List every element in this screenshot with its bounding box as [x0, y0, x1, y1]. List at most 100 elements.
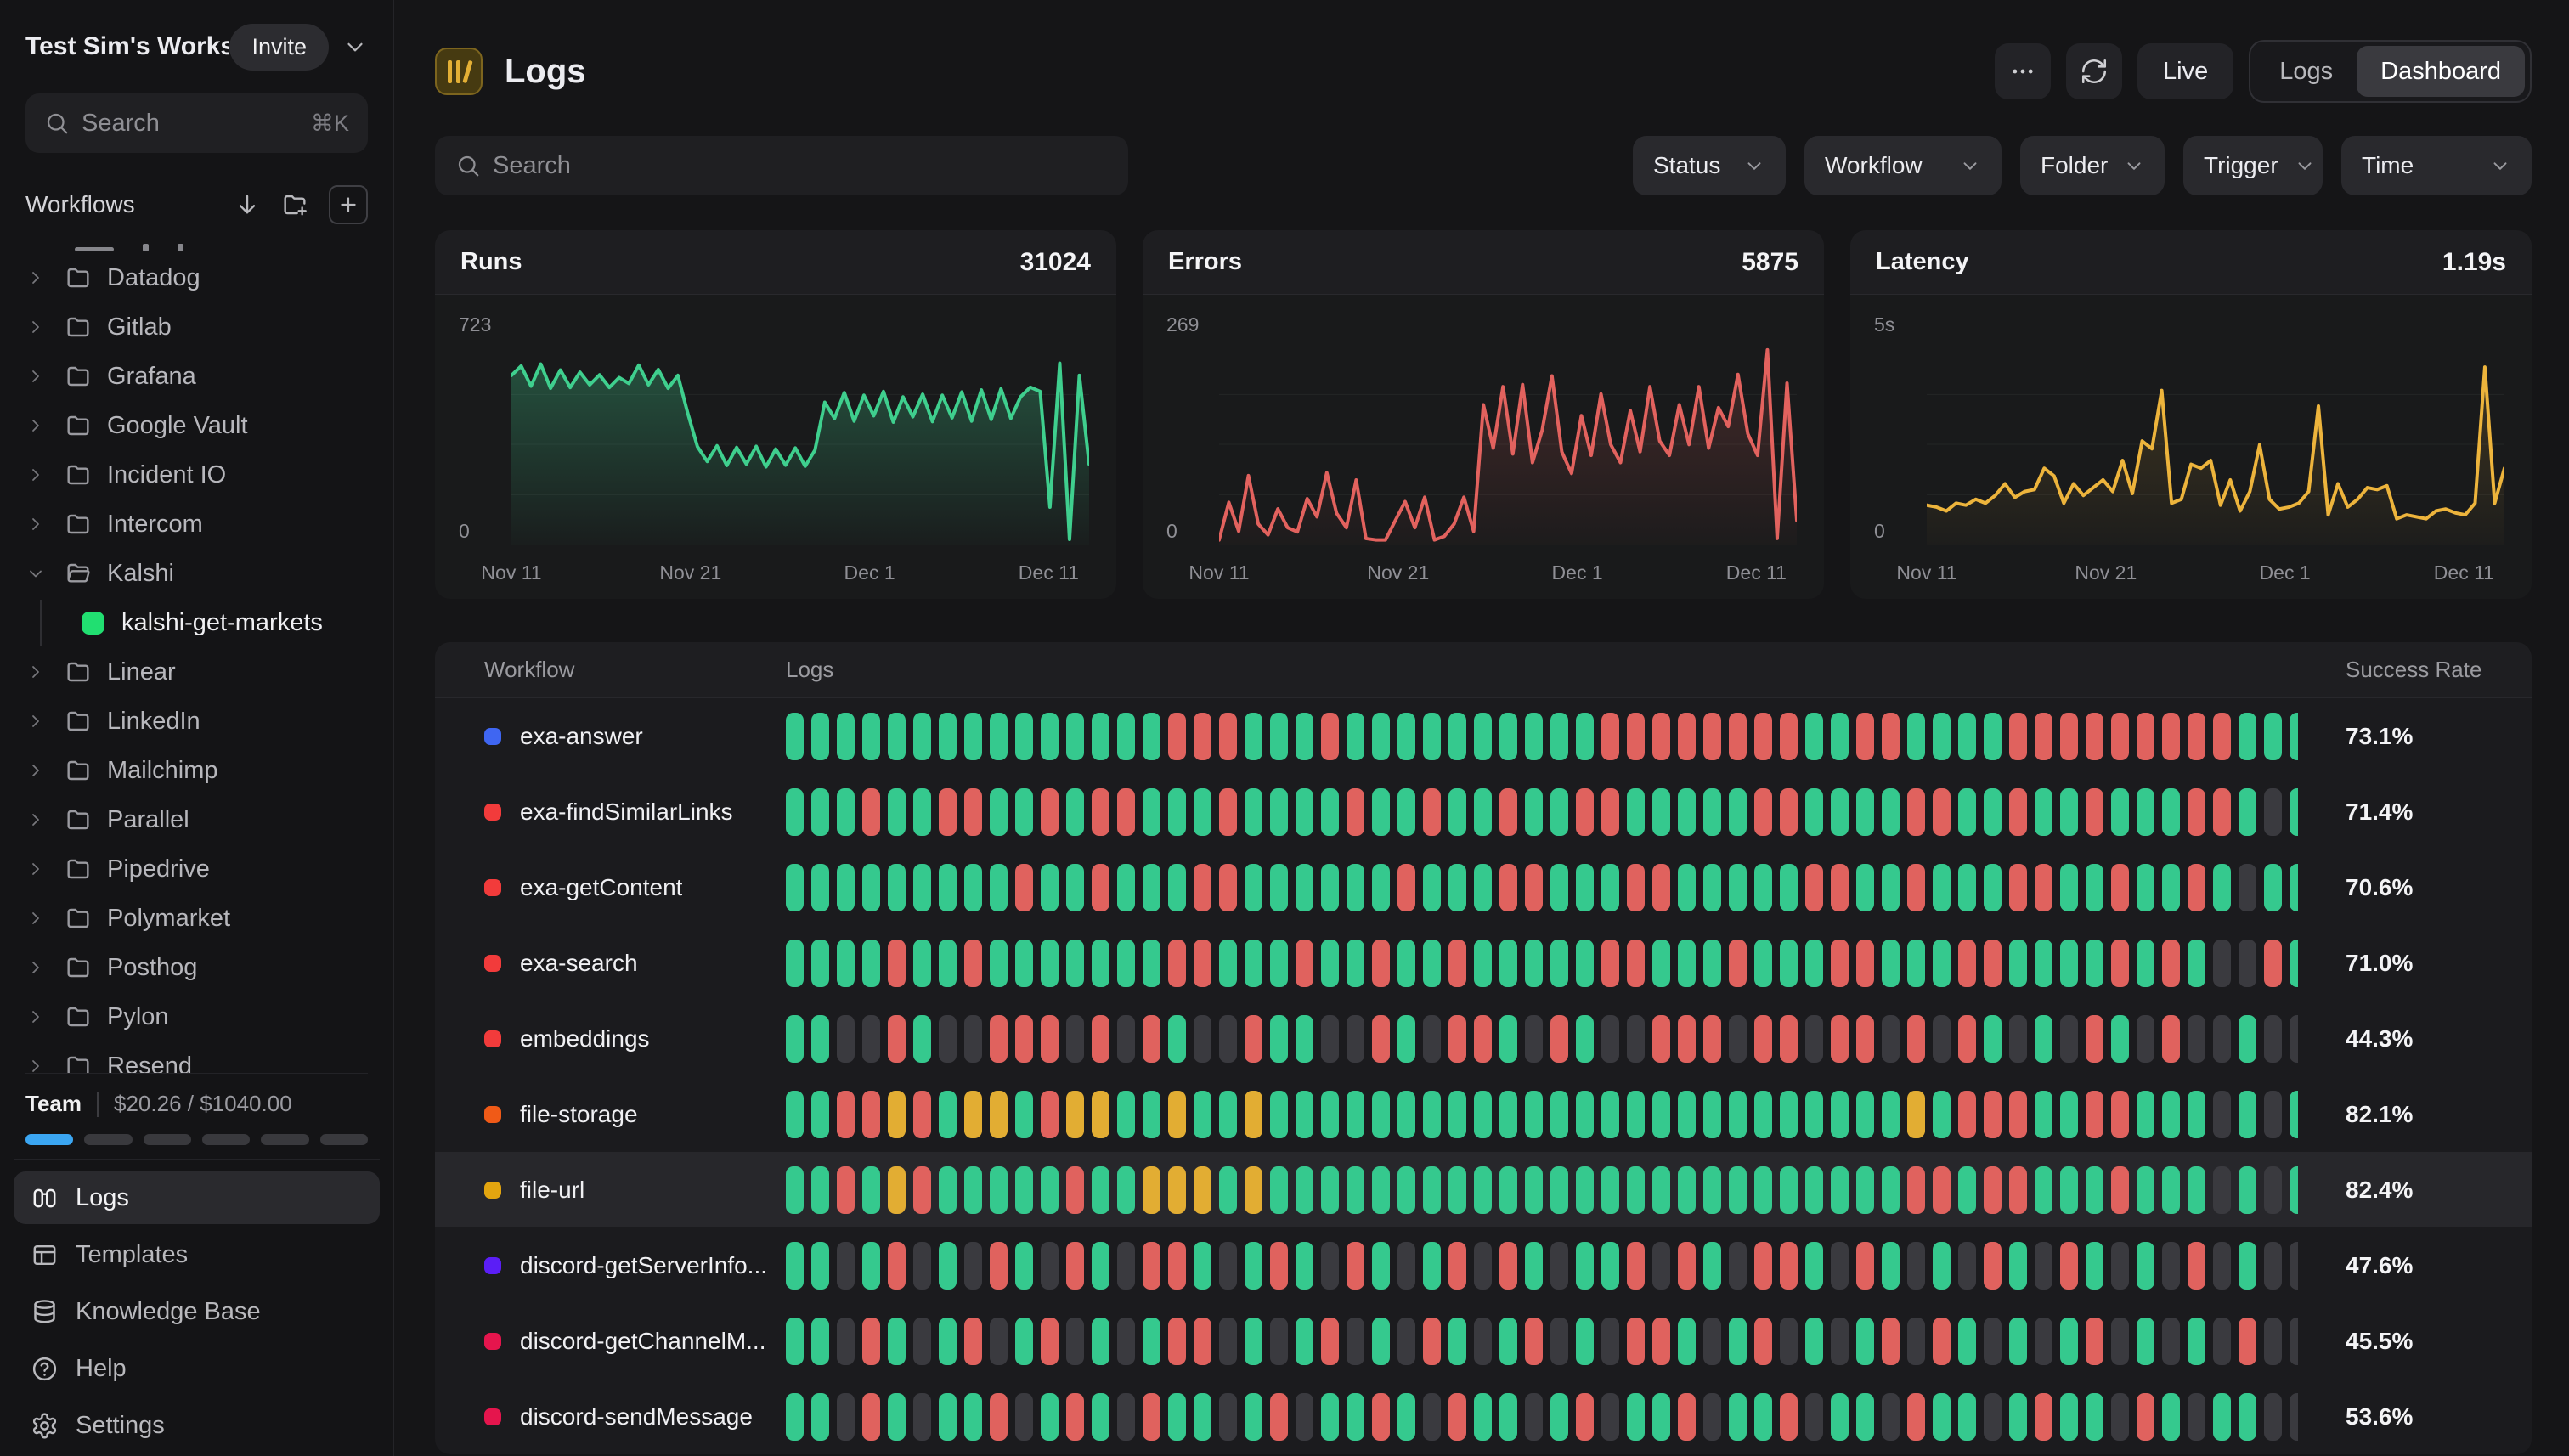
log-pill[interactable]	[1780, 1091, 1798, 1138]
log-pill[interactable]	[888, 940, 906, 987]
log-pill[interactable]	[2290, 1015, 2298, 1063]
log-pill[interactable]	[1321, 1318, 1339, 1365]
log-pill[interactable]	[913, 1091, 931, 1138]
sidebar-folder-posthog[interactable]: Posthog	[25, 943, 368, 992]
sidebar-item-templates[interactable]: Templates	[14, 1228, 380, 1281]
log-pill[interactable]	[837, 1091, 855, 1138]
log-pill[interactable]	[1627, 1393, 1645, 1441]
log-pill[interactable]	[1423, 713, 1441, 760]
log-pill[interactable]	[1168, 1393, 1186, 1441]
log-pill[interactable]	[1678, 1242, 1696, 1290]
log-pill[interactable]	[990, 1091, 1008, 1138]
log-pill[interactable]	[1601, 1166, 1619, 1214]
log-pill[interactable]	[913, 713, 931, 760]
log-pill[interactable]	[1041, 864, 1059, 911]
log-pill[interactable]	[1347, 940, 1364, 987]
log-pill[interactable]	[2213, 940, 2231, 987]
invite-button[interactable]: Invite	[229, 24, 329, 71]
log-pill[interactable]	[2162, 1166, 2180, 1214]
log-pill[interactable]	[1933, 1091, 1951, 1138]
log-pill[interactable]	[1092, 940, 1109, 987]
log-pill[interactable]	[2290, 1166, 2298, 1214]
log-pill[interactable]	[1805, 1091, 1823, 1138]
log-pill[interactable]	[1168, 1318, 1186, 1365]
log-pill[interactable]	[1576, 1015, 1594, 1063]
log-pill[interactable]	[862, 1318, 880, 1365]
log-pill[interactable]	[1423, 940, 1441, 987]
log-pill[interactable]	[2035, 864, 2052, 911]
log-pill[interactable]	[1168, 1166, 1186, 1214]
log-pill[interactable]	[2035, 1015, 2052, 1063]
log-pill[interactable]	[1499, 1015, 1517, 1063]
log-pill[interactable]	[1015, 864, 1033, 911]
log-pill[interactable]	[1627, 788, 1645, 836]
log-pill[interactable]	[1448, 864, 1466, 911]
log-pill[interactable]	[1882, 1393, 1900, 1441]
log-pill[interactable]	[990, 788, 1008, 836]
log-pill[interactable]	[1550, 713, 1568, 760]
log-pill[interactable]	[1958, 1242, 1976, 1290]
log-pill[interactable]	[1143, 1015, 1160, 1063]
log-pill[interactable]	[913, 1318, 931, 1365]
log-pill[interactable]	[2009, 1393, 2027, 1441]
log-pill[interactable]	[1168, 1015, 1186, 1063]
log-pill[interactable]	[1805, 1242, 1823, 1290]
log-pill[interactable]	[1168, 1091, 1186, 1138]
log-pill[interactable]	[837, 1318, 855, 1365]
log-pill[interactable]	[1856, 864, 1874, 911]
log-pill[interactable]	[2009, 940, 2027, 987]
log-pill[interactable]	[2137, 1318, 2154, 1365]
log-pill[interactable]	[2111, 940, 2129, 987]
log-pill[interactable]	[1270, 788, 1288, 836]
filter-status[interactable]: Status	[1633, 136, 1786, 195]
sidebar-folder-gitlab[interactable]: Gitlab	[25, 302, 368, 352]
log-pill[interactable]	[862, 788, 880, 836]
log-pill[interactable]	[1601, 1318, 1619, 1365]
log-pill[interactable]	[811, 1015, 829, 1063]
log-pill[interactable]	[1015, 1318, 1033, 1365]
log-pill[interactable]	[2111, 1318, 2129, 1365]
log-pill[interactable]	[1397, 940, 1415, 987]
log-pill[interactable]	[1423, 1166, 1441, 1214]
log-pill[interactable]	[837, 864, 855, 911]
log-pill[interactable]	[1245, 1242, 1262, 1290]
log-pill[interactable]	[1397, 1166, 1415, 1214]
sidebar-item-logs[interactable]: Logs	[14, 1171, 380, 1224]
log-pill[interactable]	[1219, 1242, 1237, 1290]
log-pill[interactable]	[1550, 1318, 1568, 1365]
log-pill[interactable]	[1652, 1166, 1670, 1214]
log-pill[interactable]	[1015, 1242, 1033, 1290]
log-pill[interactable]	[1041, 788, 1059, 836]
log-pill[interactable]	[1525, 1091, 1543, 1138]
log-pill[interactable]	[888, 864, 906, 911]
log-pill[interactable]	[2137, 1242, 2154, 1290]
log-pill[interactable]	[1550, 864, 1568, 911]
log-pill[interactable]	[1780, 864, 1798, 911]
log-pill[interactable]	[1499, 1091, 1517, 1138]
log-pill[interactable]	[1754, 1166, 1772, 1214]
log-pill[interactable]	[2213, 864, 2231, 911]
log-pill[interactable]	[964, 940, 982, 987]
log-pill[interactable]	[1448, 1015, 1466, 1063]
log-pill[interactable]	[1601, 1091, 1619, 1138]
sidebar-item-knowledge-base[interactable]: Knowledge Base	[14, 1285, 380, 1338]
log-pill[interactable]	[1066, 1242, 1084, 1290]
log-pill[interactable]	[2264, 1015, 2282, 1063]
log-pill[interactable]	[1550, 1091, 1568, 1138]
log-pill[interactable]	[2188, 1166, 2205, 1214]
log-pill[interactable]	[2111, 1166, 2129, 1214]
log-pill[interactable]	[1933, 1242, 1951, 1290]
log-pill[interactable]	[1092, 1166, 1109, 1214]
log-pill[interactable]	[2239, 864, 2256, 911]
log-pill[interactable]	[1372, 1393, 1390, 1441]
log-pill[interactable]	[1984, 1242, 2002, 1290]
log-pill[interactable]	[2188, 1242, 2205, 1290]
log-pill[interactable]	[1525, 1242, 1543, 1290]
log-pill[interactable]	[1423, 864, 1441, 911]
log-pill[interactable]	[2162, 1318, 2180, 1365]
log-pill[interactable]	[2111, 1393, 2129, 1441]
log-pill[interactable]	[1372, 864, 1390, 911]
log-pill[interactable]	[1397, 713, 1415, 760]
log-pill[interactable]	[1499, 1393, 1517, 1441]
workspace-chevron-down-icon[interactable]	[342, 34, 368, 59]
